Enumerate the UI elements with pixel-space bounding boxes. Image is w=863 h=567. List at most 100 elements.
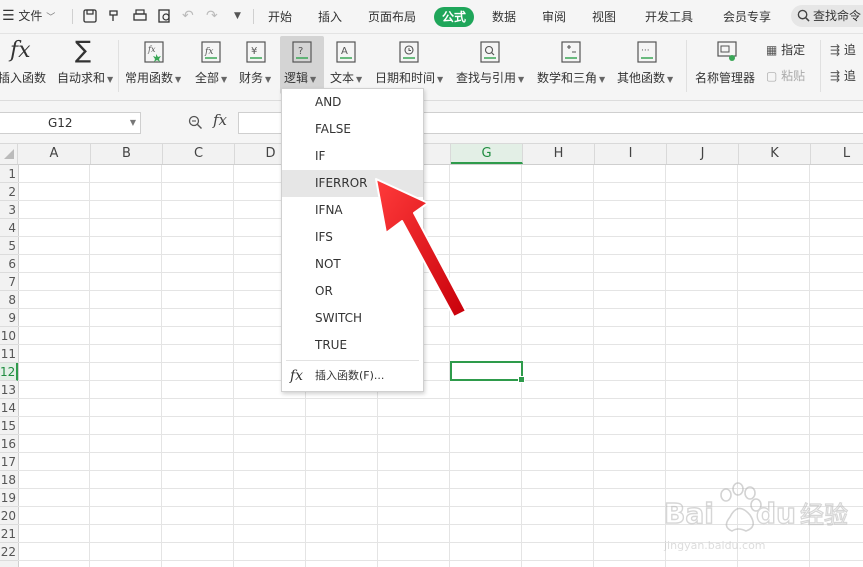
lookup-reference-label: 查找与引用 xyxy=(456,71,517,85)
baidu-jingyan-watermark: Bai du 经验 jingyan.baidu.com xyxy=(663,482,849,552)
row-11[interactable]: 11 xyxy=(0,345,18,363)
column-k[interactable]: K xyxy=(739,144,811,164)
tab-home[interactable]: 开始 xyxy=(268,7,292,27)
row-22[interactable]: 22 xyxy=(0,543,18,561)
row-20[interactable]: 20 xyxy=(0,507,18,525)
other-functions-button[interactable]: ··· 其他函数 ▼ xyxy=(616,34,678,100)
customize-toolbar-icon[interactable]: ▼ xyxy=(234,0,241,33)
common-functions-icon: fx xyxy=(144,41,164,63)
print-icon[interactable] xyxy=(132,8,148,24)
fx-icon[interactable]: fx xyxy=(213,111,227,129)
row-1[interactable]: 1 xyxy=(0,165,18,183)
row-2[interactable]: 2 xyxy=(0,183,18,201)
file-menu-button[interactable]: ☰ 文件 ﹀ xyxy=(2,0,55,33)
specify-button[interactable]: ▦ 指定 xyxy=(766,41,805,58)
paste-label: 粘贴 xyxy=(781,69,806,83)
chevron-down-icon: ▼ xyxy=(129,118,136,127)
fill-handle[interactable] xyxy=(518,376,525,383)
chevron-down-icon: ﹀ xyxy=(46,13,56,23)
menu-item-true[interactable]: TRUE xyxy=(282,332,423,359)
file-menu-label: 文件 xyxy=(18,9,43,23)
row-9[interactable]: 9 xyxy=(0,309,18,327)
redo-icon[interactable]: ↷ xyxy=(206,0,218,33)
column-l[interactable]: L xyxy=(811,144,863,164)
menu-item-false[interactable]: FALSE xyxy=(282,116,423,143)
column-b[interactable]: B xyxy=(91,144,163,164)
insert-function-button[interactable]: fx 插入函数 xyxy=(0,34,48,100)
selected-cell-g12[interactable] xyxy=(450,361,525,383)
row-16[interactable]: 16 xyxy=(0,435,18,453)
tab-page-layout[interactable]: 页面布局 xyxy=(368,7,416,27)
math-trig-button[interactable]: 数学和三角 ▼ xyxy=(536,34,608,100)
column-c[interactable]: C xyxy=(163,144,235,164)
row-19[interactable]: 19 xyxy=(0,489,18,507)
autosum-button[interactable]: ∑ 自动求和 ▼ xyxy=(56,34,116,100)
tab-data[interactable]: 数据 xyxy=(492,7,516,27)
row-7[interactable]: 7 xyxy=(0,273,18,291)
row-13[interactable]: 13 xyxy=(0,381,18,399)
print-preview-icon[interactable] xyxy=(157,8,173,24)
search-command-box[interactable]: 查找命令 xyxy=(791,5,863,27)
row-6[interactable]: 6 xyxy=(0,255,18,273)
name-box[interactable]: G12 ▼ xyxy=(0,112,141,134)
tab-member[interactable]: 会员专享 xyxy=(723,7,771,27)
undo-icon[interactable]: ↶ xyxy=(182,0,194,33)
sigma-icon: ∑ xyxy=(75,36,92,64)
tab-formulas[interactable]: 公式 xyxy=(434,7,475,27)
text-functions-label: 文本 xyxy=(330,71,355,85)
tab-insert[interactable]: 插入 xyxy=(318,7,342,27)
paste-name-button[interactable]: ▢ 粘贴 xyxy=(766,67,805,84)
trace-dependents-label: 追 xyxy=(843,69,856,83)
name-manager-button[interactable]: 名称管理器 xyxy=(695,34,759,100)
row-3[interactable]: 3 xyxy=(0,201,18,219)
row-15[interactable]: 15 xyxy=(0,417,18,435)
menu-item-if[interactable]: IF xyxy=(282,143,423,170)
column-g[interactable]: G xyxy=(451,144,523,164)
row-12[interactable]: 12 xyxy=(0,363,18,381)
menu-item-insert-function[interactable]: fx 插入函数(F)... xyxy=(282,363,423,389)
common-functions-button[interactable]: fx 常用函数 ▼ xyxy=(125,34,185,100)
trace-dependents-button[interactable]: ⇶ 追 xyxy=(830,67,856,84)
formulas-ribbon: fx 插入函数 ∑ 自动求和 ▼ fx 常用函数 ▼ fx 全部 ▼ ¥ 财务 ▼ ? … xyxy=(0,34,863,101)
all-functions-button[interactable]: fx 全部 ▼ xyxy=(193,34,233,100)
name-box-value: G12 xyxy=(48,116,73,130)
common-functions-label: 常用函数 xyxy=(125,71,174,85)
save-icon[interactable] xyxy=(82,8,98,24)
formula-bar: G12 ▼ fx xyxy=(0,101,863,144)
row-18[interactable]: 18 xyxy=(0,471,18,489)
row-4[interactable]: 4 xyxy=(0,219,18,237)
hamburger-icon: ☰ xyxy=(2,8,15,24)
format-painter-icon[interactable] xyxy=(107,8,123,24)
math-icon xyxy=(561,41,581,63)
column-i[interactable]: I xyxy=(595,144,667,164)
row-8[interactable]: 8 xyxy=(0,291,18,309)
search-placeholder: 查找命令 xyxy=(813,9,862,23)
separator xyxy=(72,9,73,24)
trace-precedents-button[interactable]: ⇶ 追 xyxy=(830,41,856,58)
tab-review[interactable]: 审阅 xyxy=(542,7,566,27)
column-j[interactable]: J xyxy=(667,144,739,164)
zoom-icon[interactable] xyxy=(188,115,203,130)
fx-icon: fx xyxy=(10,38,31,63)
lookup-reference-button[interactable]: 查找与引用 ▼ xyxy=(455,34,527,100)
menu-item-and[interactable]: AND xyxy=(282,89,423,116)
row-14[interactable]: 14 xyxy=(0,399,18,417)
tab-developer[interactable]: 开发工具 xyxy=(645,7,693,27)
other-functions-label: 其他函数 xyxy=(617,71,666,85)
row-21[interactable]: 21 xyxy=(0,525,18,543)
svg-text:···: ··· xyxy=(641,46,650,56)
row-17[interactable]: 17 xyxy=(0,453,18,471)
svg-text:¥: ¥ xyxy=(251,46,257,57)
row-5[interactable]: 5 xyxy=(0,237,18,255)
table-icon: ▦ xyxy=(766,43,778,57)
row-10[interactable]: 10 xyxy=(0,327,18,345)
column-a[interactable]: A xyxy=(18,144,91,164)
all-functions-icon: fx xyxy=(201,41,221,63)
financial-button[interactable]: ¥ 财务 ▼ xyxy=(238,34,278,100)
tab-view[interactable]: 视图 xyxy=(592,7,616,27)
math-trig-label: 数学和三角 xyxy=(537,71,598,85)
svg-text:?: ? xyxy=(298,46,303,57)
all-functions-label: 全部 xyxy=(195,71,220,85)
select-all-corner[interactable] xyxy=(0,144,18,164)
column-h[interactable]: H xyxy=(523,144,595,164)
